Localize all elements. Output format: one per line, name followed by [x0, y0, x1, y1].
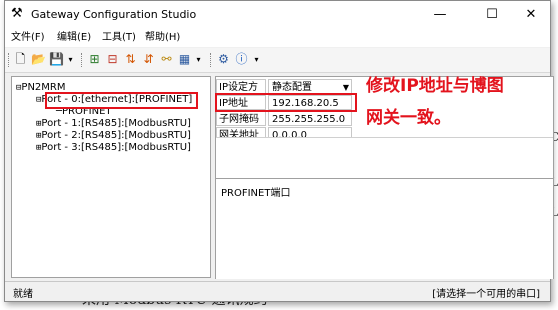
- open-folder-icon[interactable]: 📂: [31, 52, 46, 67]
- serial-port-status: [请选择一个可用的串口]: [432, 289, 540, 300]
- menu-edit[interactable]: 编辑(E): [57, 32, 91, 44]
- subnet-mask-label: 子网掩码: [216, 111, 266, 126]
- title-bar: ⚒ Gateway Configuration Studio — ☐ ✕: [5, 1, 550, 29]
- link-icon[interactable]: ⚯: [159, 52, 174, 67]
- annotation-line-2: 网关一致。: [366, 108, 451, 128]
- tree-item-port-1[interactable]: ⊞Port - 1:[RS485]:[ModbusRTU]: [36, 118, 191, 130]
- add-port-icon[interactable]: ⊞: [87, 52, 102, 67]
- highlight-port-0: [45, 92, 198, 109]
- config-panel: IP设定方式 静态配置▼ IP地址 192.168.20.5 子网掩码 255.…: [215, 76, 554, 279]
- window-title: Gateway Configuration Studio: [31, 8, 197, 21]
- subnet-mask-field[interactable]: 255.255.255.0: [268, 111, 352, 126]
- highlight-ip-address: [215, 93, 357, 112]
- status-bar: 就绪 [请选择一个可用的串口]: [5, 281, 550, 300]
- device-tree: ⊟PN2MRM ⊟Port - 0:[ethernet]:[PROFINET] …: [11, 76, 211, 278]
- config-read-icon[interactable]: ⇅: [123, 52, 138, 67]
- save-icon[interactable]: 💾: [49, 52, 64, 67]
- remove-port-icon[interactable]: ⊟: [105, 52, 120, 67]
- close-button[interactable]: ✕: [516, 5, 546, 25]
- description-text: PROFINET端口: [221, 188, 291, 199]
- tools-icon: ⚒: [11, 6, 23, 21]
- export-dropdown-icon[interactable]: ▾: [191, 52, 206, 67]
- description-panel: PROFINET端口: [216, 178, 553, 279]
- menu-file[interactable]: 文件(F): [11, 32, 45, 44]
- export-icon[interactable]: ▦: [177, 52, 192, 67]
- tree-item-label: Port - 1:[RS485]:[ModbusRTU]: [41, 118, 191, 129]
- config-write-icon[interactable]: ⇵: [141, 52, 156, 67]
- tree-item-label: Port - 2:[RS485]:[ModbusRTU]: [41, 130, 191, 141]
- info-icon[interactable]: ⓘ: [234, 52, 249, 67]
- menu-tools[interactable]: 工具(T): [102, 32, 136, 44]
- app-window: ⚒ Gateway Configuration Studio — ☐ ✕ 文件(…: [4, 0, 554, 302]
- toolbar-grip: [81, 53, 85, 67]
- maximize-button[interactable]: ☐: [477, 5, 507, 25]
- minimize-button[interactable]: —: [425, 5, 455, 25]
- toolbar: 🗋 📂 💾 ▾ ⊞ ⊟ ⇅ ⇵ ⚯ ▦ ▾ ⚙ ⓘ ▾: [5, 48, 550, 73]
- tree-item-port-3[interactable]: ⊞Port - 3:[RS485]:[ModbusRTU]: [36, 142, 191, 154]
- ip-mode-label: IP设定方式: [216, 79, 266, 108]
- tree-item-port-2[interactable]: ⊞Port - 2:[RS485]:[ModbusRTU]: [36, 130, 191, 142]
- ip-mode-value: 静态配置: [272, 82, 312, 93]
- info-dropdown-icon[interactable]: ▾: [249, 52, 264, 67]
- settings-icon[interactable]: ⚙: [216, 52, 231, 67]
- status-text: 就绪: [13, 289, 33, 300]
- toolbar-grip: [8, 53, 12, 67]
- annotation-line-1: 修改IP地址与博图: [366, 76, 504, 96]
- save-dropdown-icon[interactable]: ▾: [63, 52, 78, 67]
- tree-item-label: Port - 3:[RS485]:[ModbusRTU]: [41, 142, 191, 153]
- menu-help[interactable]: 帮助(H): [145, 32, 180, 44]
- ip-mode-select[interactable]: 静态配置 ▼: [268, 79, 352, 94]
- menu-bar: 文件(F) 编辑(E) 工具(T) 帮助(H): [5, 29, 550, 47]
- new-file-icon[interactable]: 🗋: [13, 52, 28, 67]
- blank-panel: [216, 137, 553, 178]
- toolbar-grip: [210, 53, 214, 67]
